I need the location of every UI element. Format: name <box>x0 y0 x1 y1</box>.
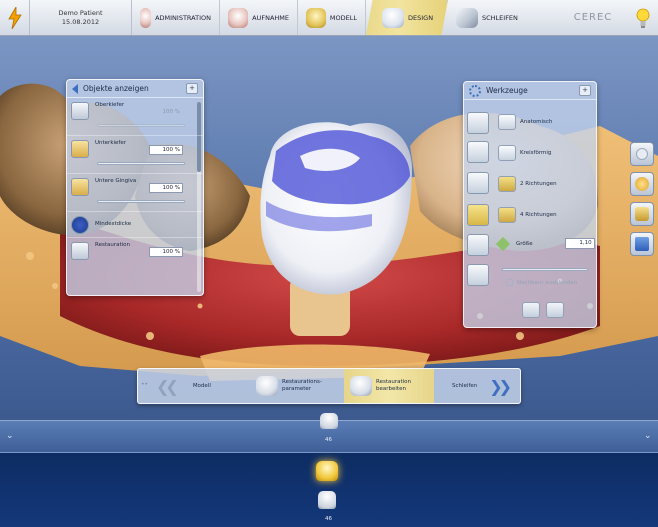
step-schleifen[interactable]: SCHLEIFEN <box>448 0 526 35</box>
milling-icon <box>456 7 478 28</box>
tool-2-richtungen[interactable]: 2 Richtungen <box>498 176 557 192</box>
upper-jaw-icon[interactable] <box>71 102 89 120</box>
workflow-menu-icon[interactable]: •• <box>141 381 149 390</box>
step-aufnahme[interactable]: AUFNAHME <box>220 0 298 35</box>
opacity-value[interactable]: 100 % <box>149 247 183 257</box>
collapse-left-icon[interactable]: ⌄ <box>6 431 14 441</box>
object-row-restauration: Restauration 100 % <box>67 238 203 276</box>
patient-info[interactable]: Demo Patient 15.08.2012 <box>30 0 132 35</box>
opacity-value[interactable]: 100 % <box>149 107 183 117</box>
lightning-icon <box>7 6 22 29</box>
tool-category-contacts[interactable] <box>467 234 489 256</box>
tool-size-row: Größe 1,10 <box>495 236 595 251</box>
tool-category-form[interactable] <box>467 141 489 163</box>
parameter-tooth-icon <box>256 376 278 396</box>
compass-icon <box>635 177 649 191</box>
edge-view-button-4[interactable] <box>630 232 654 256</box>
objects-panel: Objekte anzeigen + Oberkiefer 100 % Unte… <box>66 79 204 296</box>
view-icon <box>636 148 648 160</box>
lower-tooth-strip: 46 <box>0 452 658 527</box>
restoration-icon[interactable] <box>71 242 89 260</box>
rotate-icon <box>635 207 649 221</box>
lightbulb-icon <box>636 8 650 28</box>
object-row-mindestdicke: Mindestdicke <box>67 212 203 238</box>
workflow-schleifen[interactable]: Schleifen ❯❯ <box>444 369 520 403</box>
patient-name: Demo Patient <box>58 8 103 17</box>
tool-4-richtungen[interactable]: 4 Richtungen <box>498 207 557 223</box>
admin-dentures-icon <box>140 7 152 28</box>
object-row-unterkiefer: Unterkiefer 100 % <box>67 136 203 174</box>
tools-panel: Werkzeuge + Anatomisch Kreisförmig 2 Ric… <box>463 81 597 328</box>
two-direction-tool-icon <box>498 176 516 192</box>
opacity-slider[interactable] <box>97 200 185 203</box>
collapse-right-icon[interactable]: ⌄ <box>644 431 652 441</box>
tool-kreisfoermig[interactable]: Kreisförmig <box>498 145 551 161</box>
tool-category-position[interactable] <box>467 172 489 194</box>
acquisition-teeth-icon <box>228 7 249 28</box>
size-label: Größe <box>516 240 533 247</box>
upper-tooth-icon[interactable] <box>320 413 338 429</box>
objects-panel-title: Objekte anzeigen <box>83 84 149 93</box>
workflow-modell[interactable]: ❮❮ Modell <box>156 369 246 403</box>
pin-icon[interactable]: + <box>186 83 198 94</box>
four-direction-tool-icon <box>498 207 516 223</box>
object-row-oberkiefer: Oberkiefer 100 % <box>67 98 203 136</box>
anatomic-tool-icon <box>498 114 516 130</box>
opacity-slider[interactable] <box>97 124 185 127</box>
edge-view-button-3[interactable] <box>630 202 654 226</box>
upper-tooth-strip: ⌄ ⌄ 46 <box>0 413 658 452</box>
size-icon <box>495 236 511 251</box>
model-icon <box>306 7 326 28</box>
opacity-value[interactable]: 100 % <box>149 183 183 193</box>
arrow-left-icon <box>72 83 78 94</box>
workflow-restauration-bearbeiten[interactable]: Restauration bearbeiten <box>344 369 434 403</box>
gingiva-icon[interactable] <box>71 178 89 196</box>
circular-tool-icon <box>498 145 516 161</box>
forward-chevron-icon: ❯❯ <box>489 376 512 396</box>
workflow-strip: •• ❮❮ Modell Restaurations- parameter Re… <box>137 368 521 404</box>
upper-tooth-number: 46 <box>325 437 332 443</box>
tool-category-shape[interactable] <box>467 112 489 134</box>
hide-neighbours-checkbox[interactable] <box>506 279 513 286</box>
workflow-restaurationsparameter[interactable]: Restaurations- parameter <box>246 369 344 403</box>
edit-tooth-icon <box>350 376 372 396</box>
screenshot-icon <box>635 237 649 251</box>
objects-panel-header: Objekte anzeigen + <box>67 80 203 98</box>
help-button[interactable] <box>628 0 658 35</box>
lower-tooth-icon[interactable] <box>318 491 336 509</box>
step-administration[interactable]: ADMINISTRATION <box>132 0 220 35</box>
lower-jaw-icon[interactable] <box>71 140 89 158</box>
step-design[interactable]: DESIGN <box>366 0 448 35</box>
design-tooth-icon <box>382 7 404 28</box>
size-value[interactable]: 1,10 <box>564 238 595 249</box>
pin-icon[interactable]: + <box>579 85 591 96</box>
undo-button[interactable] <box>522 302 540 318</box>
tool-anatomisch[interactable]: Anatomisch <box>498 114 552 130</box>
app-menu-button[interactable] <box>0 0 30 35</box>
hide-neighbours-option[interactable]: Nachbarn ausblenden <box>506 279 577 286</box>
opacity-slider[interactable] <box>97 162 185 165</box>
edge-view-button-2[interactable] <box>630 172 654 196</box>
opacity-value[interactable]: 100 % <box>149 145 183 155</box>
edge-view-button-1[interactable] <box>630 142 654 166</box>
size-slider[interactable] <box>502 268 588 271</box>
redo-button[interactable] <box>546 302 564 318</box>
tools-gear-icon <box>469 84 481 97</box>
back-chevron-icon: ❮❮ <box>156 376 179 396</box>
object-row-untere-gingiva: Untere Gingiva 100 % <box>67 174 203 212</box>
tools-panel-header: Werkzeuge + <box>464 82 596 100</box>
tool-category-contour[interactable] <box>467 204 489 226</box>
selected-tooth-icon[interactable] <box>316 461 338 481</box>
cerec-logo: CEREC <box>573 12 613 23</box>
lower-tooth-number: 46 <box>325 516 332 522</box>
tool-category-scale[interactable] <box>467 264 489 286</box>
tools-panel-title: Werkzeuge <box>486 86 528 95</box>
step-modell[interactable]: MODELL <box>298 0 366 35</box>
patient-date: 15.08.2012 <box>61 17 100 26</box>
thickness-icon[interactable] <box>71 216 89 234</box>
top-toolbar: Demo Patient 15.08.2012 ADMINISTRATION A… <box>0 0 658 36</box>
